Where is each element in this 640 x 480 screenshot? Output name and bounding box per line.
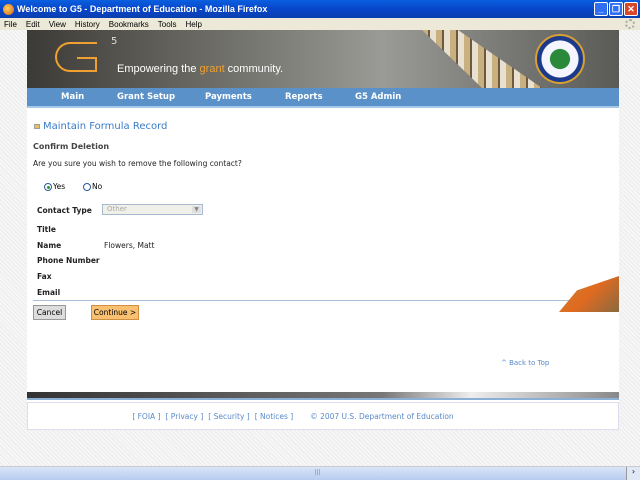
- g5-logo-bar: [77, 57, 97, 72]
- scroll-right-button[interactable]: ›: [626, 467, 640, 480]
- tagline-accent: grant: [199, 63, 225, 75]
- radio-no-label: No: [92, 182, 103, 191]
- radio-yes[interactable]: Yes: [44, 182, 65, 191]
- menu-edit[interactable]: Edit: [26, 20, 40, 29]
- nav-grant-setup[interactable]: Grant Setup: [117, 92, 175, 102]
- radio-no[interactable]: No: [83, 182, 102, 191]
- nav-reports[interactable]: Reports: [285, 92, 323, 102]
- menu-view[interactable]: View: [49, 20, 66, 29]
- page-title: Maintain Formula Record: [34, 121, 167, 132]
- footer-link-privacy[interactable]: [ Privacy ]: [166, 412, 204, 421]
- title-label: Title: [37, 225, 56, 234]
- department-seal-icon: [535, 34, 585, 84]
- banner: 5 Empowering the grant community.: [27, 30, 619, 88]
- radio-no-button[interactable]: [83, 182, 91, 191]
- page-title-text: Maintain Formula Record: [43, 121, 168, 132]
- confirm-question: Are you sure you wish to remove the foll…: [33, 159, 242, 168]
- radio-yes-button[interactable]: [44, 182, 52, 191]
- contact-type-select: Other ▼: [102, 204, 203, 215]
- horizontal-scrollbar[interactable]: ||| ›: [0, 466, 640, 480]
- footer-link-notices[interactable]: [ Notices ]: [255, 412, 294, 421]
- phone-label: Phone Number: [37, 256, 100, 265]
- email-label: Email: [37, 288, 61, 297]
- back-to-top-link[interactable]: ^ Back to Top: [501, 359, 549, 367]
- maximize-button[interactable]: ❐: [609, 2, 623, 16]
- bookshelf-image: [422, 30, 542, 88]
- menu-tools[interactable]: Tools: [158, 20, 177, 29]
- name-label: Name: [37, 241, 62, 250]
- title-bar: Welcome to G5 - Department of Education …: [0, 0, 640, 18]
- tagline-pre: Empowering the: [117, 63, 200, 75]
- section-heading: Confirm Deletion: [33, 142, 110, 151]
- name-value: Flowers, Matt: [104, 241, 155, 250]
- continue-button[interactable]: Continue >: [91, 305, 139, 320]
- scrollbar-thumb[interactable]: |||: [180, 469, 455, 479]
- menu-file[interactable]: File: [4, 20, 17, 29]
- footer-link-foia[interactable]: [ FOIA ]: [132, 412, 160, 421]
- main-nav: Main Grant Setup Payments Reports G5 Adm…: [27, 88, 619, 108]
- nav-main[interactable]: Main: [61, 92, 84, 102]
- footer: [ FOIA ] [ Privacy ] [ Security ] [ Noti…: [27, 402, 619, 430]
- footer-strip: [27, 392, 619, 400]
- nav-g5-admin[interactable]: G5 Admin: [355, 92, 401, 102]
- page-icon: [34, 124, 40, 129]
- throbber-icon: [625, 19, 635, 29]
- page: 5 Empowering the grant community. Main G…: [27, 30, 619, 430]
- logo-superscript: 5: [111, 36, 118, 47]
- menu-bar: File Edit View History Bookmarks Tools H…: [0, 18, 640, 30]
- footer-link-security[interactable]: [ Security ]: [208, 412, 249, 421]
- classroom-image: [559, 276, 619, 312]
- menu-history[interactable]: History: [75, 20, 100, 29]
- viewport: 5 Empowering the grant community. Main G…: [0, 30, 640, 466]
- contact-type-label: Contact Type: [37, 206, 92, 215]
- divider: [33, 300, 612, 301]
- minimize-button[interactable]: _: [594, 2, 608, 16]
- window-title: Welcome to G5 - Department of Education …: [17, 4, 268, 14]
- tagline: Empowering the grant community.: [117, 63, 283, 75]
- radio-yes-label: Yes: [53, 182, 66, 191]
- cancel-button[interactable]: Cancel: [33, 305, 66, 320]
- fax-label: Fax: [37, 272, 52, 281]
- copyright: © 2007 U.S. Department of Education: [310, 411, 454, 421]
- close-button[interactable]: ✕: [624, 2, 638, 16]
- menu-bookmarks[interactable]: Bookmarks: [109, 20, 149, 29]
- firefox-icon: [3, 3, 14, 15]
- menu-help[interactable]: Help: [185, 20, 201, 29]
- tagline-post: community.: [224, 63, 284, 75]
- nav-payments[interactable]: Payments: [205, 92, 252, 102]
- contact-type-value: Other: [107, 205, 127, 213]
- chevron-down-icon: ▼: [192, 206, 201, 213]
